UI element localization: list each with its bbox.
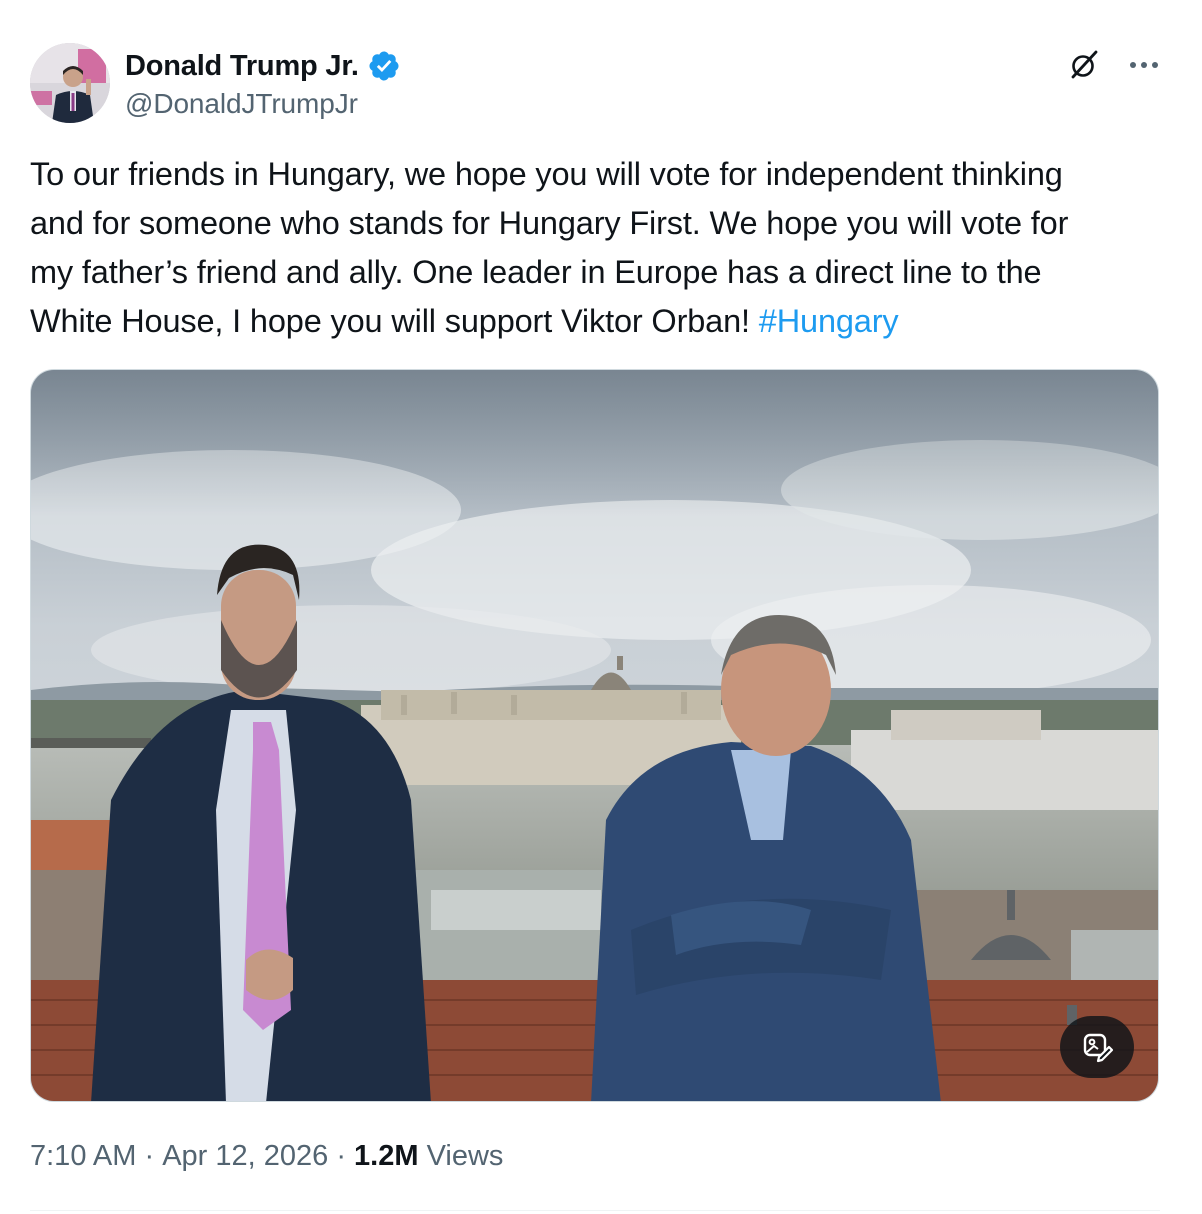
tweet-text: To our friends in Hungary, we hope you w… (30, 150, 1175, 346)
author-avatar[interactable] (30, 43, 110, 123)
meta-separator: · (328, 1140, 355, 1172)
tweet-body: To our friends in Hungary, we hope you w… (30, 156, 1069, 339)
views-count[interactable]: 1.2M (354, 1140, 418, 1173)
photo-image (31, 370, 1158, 1101)
tweet-photo[interactable] (30, 369, 1159, 1102)
meta-separator: · (136, 1140, 163, 1172)
edit-image-button[interactable] (1060, 1016, 1134, 1078)
author-handle[interactable]: @DonaldJTrumpJr (125, 88, 358, 120)
tweet: Donald Trump Jr. @DonaldJTrumpJr To our … (0, 0, 1202, 1214)
verified-badge-icon[interactable] (367, 49, 401, 83)
image-edit-icon (1083, 1033, 1114, 1063)
avatar-photo (30, 43, 110, 123)
grok-icon (1071, 50, 1098, 79)
views-label: Views (418, 1140, 504, 1172)
more-options-button[interactable] (1124, 47, 1164, 83)
grok-button[interactable] (1066, 47, 1102, 83)
tweet-date[interactable]: Apr 12, 2026 (162, 1140, 328, 1173)
more-icon (1130, 62, 1158, 68)
tweet-time[interactable]: 7:10 AM (30, 1140, 136, 1173)
hashtag-link[interactable]: #Hungary (759, 303, 899, 339)
author-name-row: Donald Trump Jr. (125, 46, 401, 86)
author-display-name[interactable]: Donald Trump Jr. (125, 50, 359, 83)
tweet-meta: 7:10 AM · Apr 12, 2026 · 1.2M Views (30, 1140, 503, 1173)
divider (30, 1210, 1160, 1211)
